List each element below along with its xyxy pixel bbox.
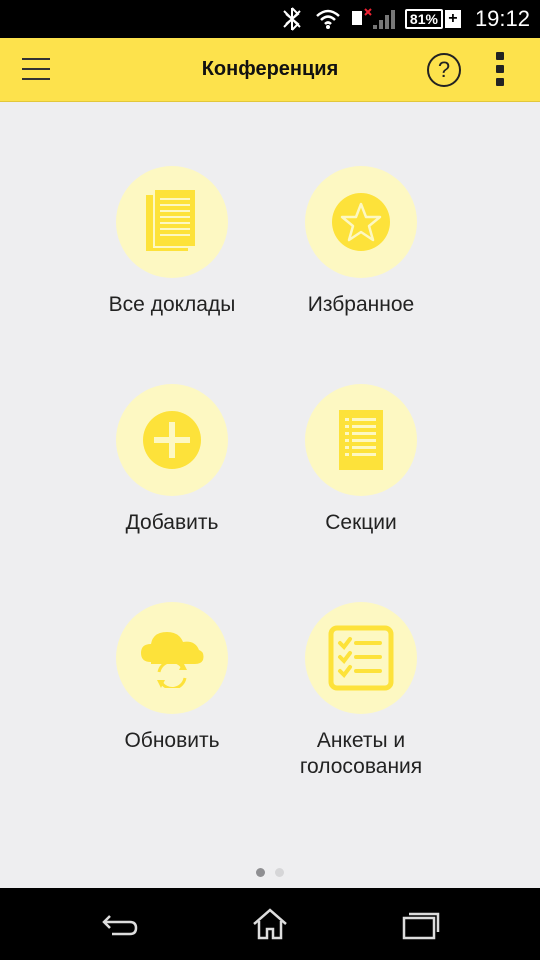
section-list-icon [339,410,383,470]
signal-no-sim-icon [351,7,395,31]
overflow-menu-icon[interactable] [495,52,505,88]
tile-add[interactable]: Добавить [77,384,267,536]
bluetooth-off-icon [279,6,305,32]
home-icon[interactable] [250,906,290,942]
page-dot-active[interactable] [256,868,265,877]
star-icon [332,193,390,251]
status-bar: 81% + 19:12 [0,0,540,38]
tile-label: Секции [325,511,397,534]
tile-label: Добавить [125,511,219,534]
page-indicator [0,868,540,877]
tile-label: Все доклады [108,293,236,316]
cloud-sync-icon [141,632,204,688]
system-nav-bar [0,888,540,960]
tile-favorites[interactable]: Избранное [266,166,456,318]
tile-label: Анкеты и голосования [299,729,423,778]
checklist-icon [328,625,394,691]
clock: 19:12 [474,6,530,31]
battery-indicator: 81% + [404,9,461,29]
back-icon[interactable] [100,906,140,942]
document-list-icon [146,188,197,251]
tile-sections[interactable]: Секции [266,384,456,536]
wifi-icon [315,8,341,30]
tile-surveys-votes[interactable]: Анкеты и голосования [266,602,456,780]
recent-apps-icon[interactable] [400,906,440,942]
tile-label: Обновить [124,729,220,752]
help-button[interactable]: ? [427,53,461,87]
plus-circle-icon [143,411,201,469]
charging-icon: + [444,10,461,28]
tile-label: Избранное [307,293,415,316]
tile-refresh[interactable]: Обновить [77,602,267,754]
menu-grid: Все доклады Избранное Добавить Секции Об… [0,102,540,882]
battery-level: 81% [404,9,443,29]
page-dot[interactable] [275,868,284,877]
app-bar: Конференция ? [0,38,540,102]
tile-all-talks[interactable]: Все доклады [77,166,267,318]
